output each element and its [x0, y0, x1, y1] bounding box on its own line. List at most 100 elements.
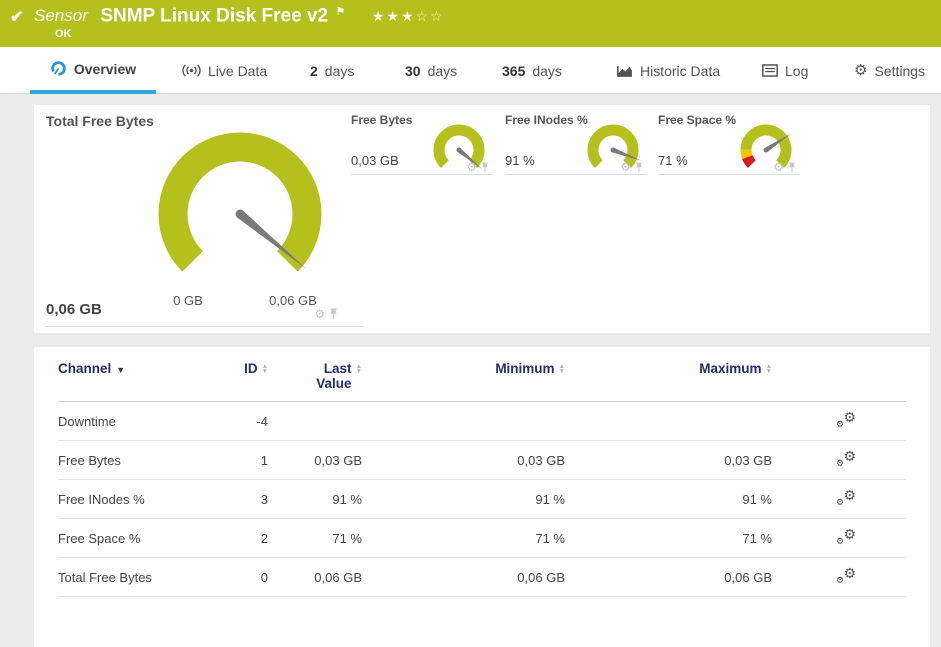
widget-pin-icon[interactable] — [635, 162, 643, 173]
channel-id: 3 — [188, 479, 268, 519]
channel-last-value — [268, 401, 362, 441]
channel-maximum: 0,06 GB — [565, 557, 772, 597]
tab-label: Log — [785, 62, 809, 79]
channel-id: 0 — [188, 557, 268, 597]
channel-name: Total Free Bytes — [58, 557, 188, 597]
column-header-minimum[interactable]: Minimum ▲ ▼ — [362, 347, 565, 402]
column-header-last-value[interactable]: Last Value ▲ ▼ — [268, 347, 362, 402]
column-header-maximum[interactable]: Maximum ▲ ▼ — [565, 347, 772, 402]
tab-label: Historic Data — [640, 62, 721, 79]
sensor-title: SNMP Linux Disk Free v2 — [100, 5, 329, 27]
gauge-value: 71 % — [658, 153, 688, 168]
widget-settings-gear-icon[interactable]: ⚙ — [773, 161, 784, 173]
channel-maximum — [565, 401, 772, 441]
tab-label: days — [532, 62, 562, 79]
channel-last-value: 0,06 GB — [268, 557, 362, 597]
gauge-scale-max: 0,06 GB — [269, 293, 317, 308]
tab-number: 30 — [405, 62, 421, 79]
priority-stars[interactable]: ★★★☆☆ — [372, 8, 445, 24]
sensor-header: ✔ Sensor SNMP Linux Disk Free v2 ⚑ ★★★☆☆… — [0, 0, 941, 47]
stars-filled: ★★★ — [371, 8, 416, 25]
column-header-channel[interactable]: Channel ▼ — [58, 347, 188, 402]
widget-settings-gear-icon[interactable]: ⚙ — [620, 161, 631, 173]
channel-last-value: 91 % — [268, 479, 362, 519]
tab-label: Overview — [73, 60, 137, 77]
widget-settings-gear-icon[interactable]: ⚙ — [314, 308, 325, 320]
sort-icon: ▲ ▼ — [261, 363, 268, 376]
channel-settings-gears-icon[interactable]: ⚙ ⚙ — [836, 526, 856, 546]
channel-id: -4 — [188, 401, 268, 441]
tab-label: Live Data — [208, 62, 268, 79]
tab-log[interactable]: Log — [758, 47, 812, 94]
channel-last-value: 71 % — [268, 518, 362, 558]
gauge-widget-free-space: Free Space % 71 % ⚙ — [658, 113, 800, 175]
log-list-icon — [762, 64, 778, 77]
widget-pin-icon[interactable] — [788, 162, 796, 173]
table-header-row: Channel ▼ ID ▲ ▼ Last Value ▲ ▼ Minimum ▲ ▼ Max… — [58, 347, 906, 402]
gauge-scale-min: 0 GB — [173, 293, 203, 308]
gauge-widget-total-free-bytes: Total Free Bytes 0 GB 0,06 GB 0,06 GB ⚙ — [46, 113, 364, 327]
tab-bar: Overview Live Data 2 days 30 days 365 da… — [0, 47, 941, 94]
channel-id: 1 — [188, 440, 268, 480]
widget-pin-icon[interactable] — [329, 308, 338, 320]
gauge-value: 0,06 GB — [46, 301, 102, 318]
gear-icon: ⚙ — [854, 62, 868, 79]
tab-historic-data[interactable]: Historic Data — [612, 47, 724, 94]
tab-overview[interactable]: Overview — [30, 47, 156, 94]
tab-2-days[interactable]: 2 days — [306, 47, 358, 94]
gauges-panel: Total Free Bytes 0 GB 0,06 GB 0,06 GB ⚙ … — [34, 105, 930, 333]
tab-label: days — [324, 62, 355, 79]
tab-live-data[interactable]: Live Data — [178, 47, 271, 94]
column-header-actions — [772, 347, 906, 402]
gauge-widget-free-inodes: Free INodes % 91 % ⚙ — [505, 113, 647, 175]
tab-number: 365 — [502, 62, 526, 79]
gauge-value: 91 % — [505, 153, 535, 168]
tab-365-days[interactable]: 365 days — [498, 47, 566, 94]
channel-settings-gears-icon[interactable]: ⚙ ⚙ — [836, 487, 856, 507]
live-broadcast-icon — [182, 63, 201, 78]
tab-30-days[interactable]: 30 days — [401, 47, 461, 94]
channel-last-value: 0,03 GB — [268, 440, 362, 480]
status-ok-check-icon: ✔ — [10, 9, 24, 26]
table-row-free-bytes: Free Bytes 1 0,03 GB 0,03 GB 0,03 GB ⚙ ⚙ — [58, 440, 906, 480]
channel-maximum: 71 % — [565, 518, 772, 558]
channel-settings-gears-icon[interactable]: ⚙ ⚙ — [836, 565, 856, 585]
channel-maximum: 0,03 GB — [565, 440, 772, 480]
channel-minimum — [362, 401, 565, 441]
flag-icon[interactable]: ⚑ — [336, 6, 346, 18]
channel-name: Downtime — [58, 401, 188, 441]
table-row-free-space: Free Space % 2 71 % 71 % 71 % ⚙ ⚙ — [58, 518, 906, 558]
channel-settings-gears-icon[interactable]: ⚙ ⚙ — [836, 409, 856, 429]
widget-settings-gear-icon[interactable]: ⚙ — [466, 161, 477, 173]
table-row-downtime: Downtime -4 ⚙ ⚙ — [58, 401, 906, 441]
column-header-id[interactable]: ID ▲ ▼ — [188, 347, 268, 402]
table-row-total-free-bytes: Total Free Bytes 0 0,06 GB 0,06 GB 0,06 … — [58, 557, 906, 597]
sort-icon: ▲ ▼ — [765, 363, 772, 376]
gauge-icon — [50, 60, 67, 77]
tab-number: 2 — [310, 62, 318, 79]
area-chart-icon — [616, 64, 633, 78]
tab-label: days — [427, 62, 458, 79]
total-free-bytes-gauge — [134, 124, 346, 296]
tab-settings[interactable]: ⚙ Settings — [850, 47, 929, 94]
channel-minimum: 91 % — [362, 479, 565, 519]
gauge-value: 0,03 GB — [351, 153, 399, 168]
channel-minimum: 0,06 GB — [362, 557, 565, 597]
channels-panel: Channel ▼ ID ▲ ▼ Last Value ▲ ▼ Minimum ▲ ▼ Max… — [34, 347, 930, 647]
status-badge: OK — [55, 28, 72, 40]
widget-pin-icon[interactable] — [481, 162, 489, 173]
channel-minimum: 0,03 GB — [362, 440, 565, 480]
channel-name: Free Space % — [58, 518, 188, 558]
stars-empty: ☆☆ — [415, 8, 445, 25]
sort-icon: ▲ ▼ — [355, 363, 362, 376]
table-row-free-inodes: Free INodes % 3 91 % 91 % 91 % ⚙ ⚙ — [58, 479, 906, 519]
tab-label: Settings — [874, 62, 926, 79]
channel-name: Free Bytes — [58, 440, 188, 480]
sorted-desc-caret-icon: ▼ — [116, 365, 126, 375]
gauge-widget-free-bytes: Free Bytes 0,03 GB ⚙ — [351, 113, 493, 175]
channel-settings-gears-icon[interactable]: ⚙ ⚙ — [836, 448, 856, 468]
sort-icon: ▲ ▼ — [558, 363, 565, 376]
channel-id: 2 — [188, 518, 268, 558]
channel-maximum: 91 % — [565, 479, 772, 519]
object-kind-label: Sensor — [34, 6, 88, 26]
